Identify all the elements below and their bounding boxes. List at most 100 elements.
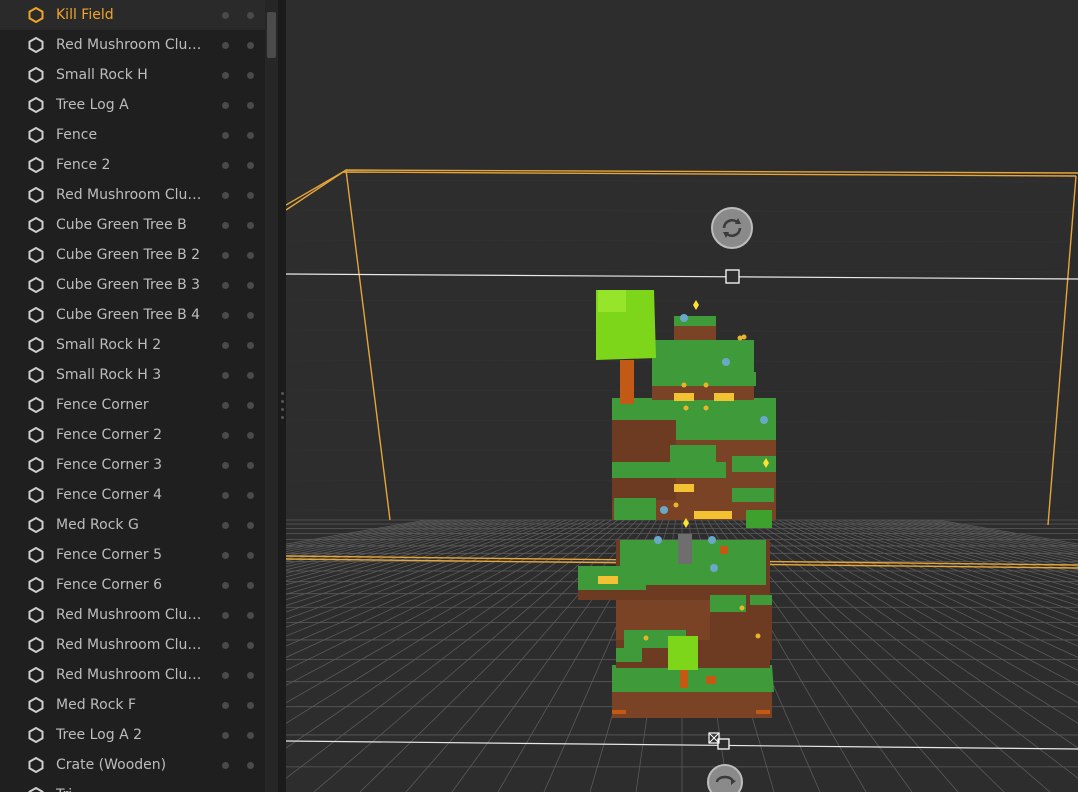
hierarchy-item[interactable]: Kill Field (0, 0, 265, 30)
visibility-toggle[interactable] (222, 162, 229, 169)
lock-toggle[interactable] (247, 492, 254, 499)
hierarchy-item[interactable]: Red Mushroom Clus… (0, 630, 265, 660)
visibility-toggle[interactable] (222, 132, 229, 139)
hierarchy-item[interactable]: Red Mushroom Clus… (0, 30, 265, 60)
hexagon-object-icon (28, 187, 44, 203)
visibility-toggle[interactable] (222, 402, 229, 409)
lock-toggle[interactable] (247, 342, 254, 349)
hierarchy-item[interactable]: Med Rock F (0, 690, 265, 720)
visibility-toggle[interactable] (222, 102, 229, 109)
hierarchy-scrollbar[interactable] (265, 0, 278, 792)
hierarchy-item[interactable]: Tree Log A 2 (0, 720, 265, 750)
bounds-handle-top[interactable] (725, 269, 740, 284)
visibility-toggle[interactable] (222, 342, 229, 349)
lock-toggle[interactable] (247, 612, 254, 619)
lock-toggle[interactable] (247, 732, 254, 739)
lock-toggle[interactable] (247, 522, 254, 529)
visibility-toggle[interactable] (222, 492, 229, 499)
hierarchy-item[interactable]: Fence Corner 6 (0, 570, 265, 600)
lock-toggle[interactable] (247, 582, 254, 589)
hierarchy-item[interactable]: Red Mushroom Clus… (0, 600, 265, 630)
grid-line (286, 299, 1078, 303)
lock-toggle[interactable] (247, 402, 254, 409)
visibility-toggle[interactable] (222, 462, 229, 469)
lock-toggle[interactable] (247, 102, 254, 109)
bounds-handle-bottom[interactable] (717, 738, 730, 750)
hierarchy-item[interactable]: Tree Log A (0, 90, 265, 120)
lock-toggle[interactable] (247, 372, 254, 379)
visibility-toggle[interactable] (222, 72, 229, 79)
lock-toggle[interactable] (247, 132, 254, 139)
rotate-gizmo-button[interactable] (711, 207, 753, 249)
visibility-toggle[interactable] (222, 252, 229, 259)
visibility-toggle[interactable] (222, 702, 229, 709)
visibility-toggle[interactable] (222, 222, 229, 229)
splitter-grip (281, 416, 284, 419)
lock-toggle[interactable] (247, 282, 254, 289)
hierarchy-item[interactable]: Fence Corner 3 (0, 450, 265, 480)
visibility-toggle[interactable] (222, 312, 229, 319)
hierarchy-item[interactable]: Fence Corner 2 (0, 420, 265, 450)
hierarchy-item[interactable]: Tri… (0, 780, 265, 792)
lock-toggle[interactable] (247, 642, 254, 649)
visibility-toggle[interactable] (222, 282, 229, 289)
lock-toggle[interactable] (247, 552, 254, 559)
hexagon-object-icon (28, 517, 44, 533)
hierarchy-item-label: Small Rock H (56, 67, 148, 83)
hierarchy-item[interactable]: Fence Corner 5 (0, 540, 265, 570)
hexagon-object-icon (28, 277, 44, 293)
hierarchy-item[interactable]: Cube Green Tree B 2 (0, 240, 265, 270)
hierarchy-item[interactable]: Cube Green Tree B (0, 210, 265, 240)
hierarchy-item[interactable]: Fence Corner (0, 390, 265, 420)
hierarchy-item[interactable]: Fence Corner 4 (0, 480, 265, 510)
lock-toggle[interactable] (247, 432, 254, 439)
hierarchy-scrollbar-thumb[interactable] (267, 12, 276, 58)
lock-toggle[interactable] (247, 162, 254, 169)
panel-splitter[interactable] (278, 0, 286, 792)
visibility-toggle[interactable] (222, 12, 229, 19)
lock-toggle[interactable] (247, 252, 254, 259)
hierarchy-item[interactable]: Small Rock H (0, 60, 265, 90)
lock-toggle[interactable] (247, 42, 254, 49)
hierarchy-item[interactable]: Red Mushroom Clus… (0, 180, 265, 210)
hierarchy-item[interactable]: Fence 2 (0, 150, 265, 180)
lock-toggle[interactable] (247, 72, 254, 79)
lock-toggle[interactable] (247, 762, 254, 769)
lock-toggle[interactable] (247, 12, 254, 19)
level-geometry[interactable] (578, 290, 776, 718)
hierarchy-item[interactable]: Fence (0, 120, 265, 150)
hierarchy-item[interactable]: Med Rock G (0, 510, 265, 540)
visibility-toggle[interactable] (222, 552, 229, 559)
lock-toggle[interactable] (247, 192, 254, 199)
visibility-toggle[interactable] (222, 192, 229, 199)
visibility-toggle[interactable] (222, 612, 229, 619)
orbit-gizmo-button[interactable] (707, 764, 743, 792)
visibility-toggle[interactable] (222, 732, 229, 739)
hierarchy-item[interactable]: Small Rock H 3 (0, 360, 265, 390)
lock-toggle[interactable] (247, 672, 254, 679)
hexagon-object-icon (28, 697, 44, 713)
visibility-toggle[interactable] (222, 372, 229, 379)
lock-toggle[interactable] (247, 222, 254, 229)
scene-canvas[interactable] (286, 0, 1078, 792)
visibility-toggle[interactable] (222, 642, 229, 649)
visibility-toggle[interactable] (222, 522, 229, 529)
hierarchy-item[interactable]: Cube Green Tree B 4 (0, 300, 265, 330)
hierarchy-item-label: Med Rock G (56, 517, 139, 533)
visibility-toggle[interactable] (222, 432, 229, 439)
lock-toggle[interactable] (247, 462, 254, 469)
scene-viewport[interactable] (286, 0, 1078, 792)
visibility-toggle[interactable] (222, 582, 229, 589)
hierarchy-item[interactable]: Cube Green Tree B 3 (0, 270, 265, 300)
hierarchy-item[interactable]: Red Mushroom Clus… (0, 660, 265, 690)
orbit-icon (715, 775, 736, 785)
grid-line (286, 269, 1078, 273)
lock-toggle[interactable] (247, 702, 254, 709)
lock-toggle[interactable] (247, 312, 254, 319)
hierarchy-item-label: Fence 2 (56, 157, 111, 173)
visibility-toggle[interactable] (222, 672, 229, 679)
hierarchy-item[interactable]: Small Rock H 2 (0, 330, 265, 360)
hierarchy-item[interactable]: Crate (Wooden) (0, 750, 265, 780)
visibility-toggle[interactable] (222, 42, 229, 49)
visibility-toggle[interactable] (222, 762, 229, 769)
